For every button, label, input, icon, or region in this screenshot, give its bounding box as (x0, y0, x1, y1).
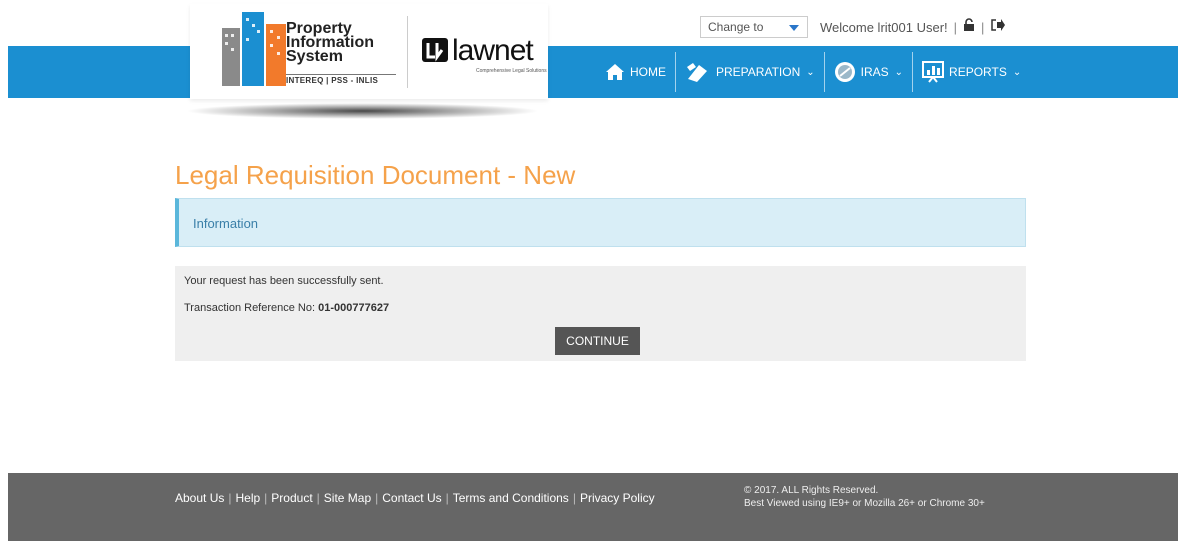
logo-block[interactable]: Property Information System INTEREQ | PS… (190, 4, 548, 99)
top-utility-bar: Change to Welcome lrit001 User! | | (700, 15, 1006, 39)
lawnet-mark-icon (422, 38, 448, 62)
footer-pipe: | (264, 491, 268, 505)
nav-iras[interactable]: IRAS ⌄ (829, 46, 908, 98)
footer-pipe: | (316, 491, 320, 505)
transaction-ref-label: Transaction Reference No: (184, 302, 319, 314)
welcome-text: Welcome lrit001 User! (820, 19, 948, 35)
nav-divider (675, 52, 676, 92)
nav-reports-label: REPORTS (949, 65, 1007, 79)
logout-icon[interactable] (990, 18, 1006, 37)
dropdown-caret-icon (789, 25, 799, 31)
logo-divider (407, 16, 408, 88)
main-nav: HOME PREPARATION ⌄ IRAS ⌄ REPORTS ⌄ (600, 46, 1026, 98)
footer-link-terms[interactable]: Terms and Conditions (453, 491, 569, 505)
nav-reports[interactable]: REPORTS ⌄ (917, 46, 1026, 98)
footer-info: © 2017. ALL Rights Reserved. Best Viewed… (744, 484, 985, 510)
separator: | (953, 19, 958, 35)
change-to-select[interactable]: Change to (700, 16, 808, 38)
browser-note: Best Viewed using IE9+ or Mozilla 26+ or… (744, 498, 985, 509)
continue-button[interactable]: CONTINUE (555, 327, 640, 355)
separator: | (981, 19, 985, 35)
transaction-reference: Transaction Reference No: 01-000777627 (184, 302, 389, 314)
pis-logo-text: Property Information System (286, 21, 374, 65)
preparation-icon (687, 63, 707, 82)
chevron-down-icon: ⌄ (894, 66, 904, 78)
chevron-down-icon: ⌄ (806, 66, 815, 78)
information-panel: Information (175, 198, 1026, 247)
footer: About Us | Help | Product | Site Map | C… (8, 473, 1178, 541)
footer-link-contact[interactable]: Contact Us (382, 491, 441, 505)
nav-home[interactable]: HOME (600, 46, 671, 98)
transaction-ref-value: 01-000777627 (318, 302, 390, 314)
home-icon (606, 64, 624, 80)
footer-link-product[interactable]: Product (271, 491, 312, 505)
footer-pipe: | (445, 491, 449, 505)
chevron-down-icon: ⌄ (1012, 66, 1022, 78)
pis-line-3: System (286, 48, 343, 65)
nav-iras-label: IRAS (860, 65, 889, 79)
footer-links: About Us | Help | Product | Site Map | C… (175, 491, 655, 505)
iras-icon (834, 62, 855, 82)
nav-preparation[interactable]: PREPARATION ⌄ (680, 46, 820, 98)
logo-shadow (185, 103, 540, 119)
footer-pipe: | (375, 491, 379, 505)
nav-divider (912, 52, 914, 92)
success-message: Your request has been successfully sent. (184, 275, 384, 287)
footer-link-sitemap[interactable]: Site Map (324, 491, 371, 505)
nav-preparation-label: PREPARATION (716, 65, 801, 79)
pis-subtitle: INTEREQ | PSS - INLIS (286, 74, 396, 85)
footer-link-about[interactable]: About Us (175, 491, 224, 505)
buildings-logo-icon (222, 12, 286, 86)
nav-home-label: HOME (630, 65, 666, 79)
reports-icon (922, 61, 945, 83)
change-to-value: Change to (708, 20, 764, 34)
lock-icon[interactable] (963, 17, 975, 37)
page-title: Legal Requisition Document - New (175, 160, 576, 190)
information-heading: Information (193, 216, 259, 231)
lawnet-tagline: Comprehensive Legal Solutions (476, 68, 547, 74)
lawnet-wordmark: lawnet (452, 34, 534, 67)
footer-link-help[interactable]: Help (235, 491, 260, 505)
copyright-text: © 2017. ALL Rights Reserved. (744, 485, 879, 496)
footer-link-privacy[interactable]: Privacy Policy (580, 491, 655, 505)
footer-pipe: | (228, 491, 232, 505)
nav-divider (823, 52, 825, 92)
footer-pipe: | (572, 491, 576, 505)
